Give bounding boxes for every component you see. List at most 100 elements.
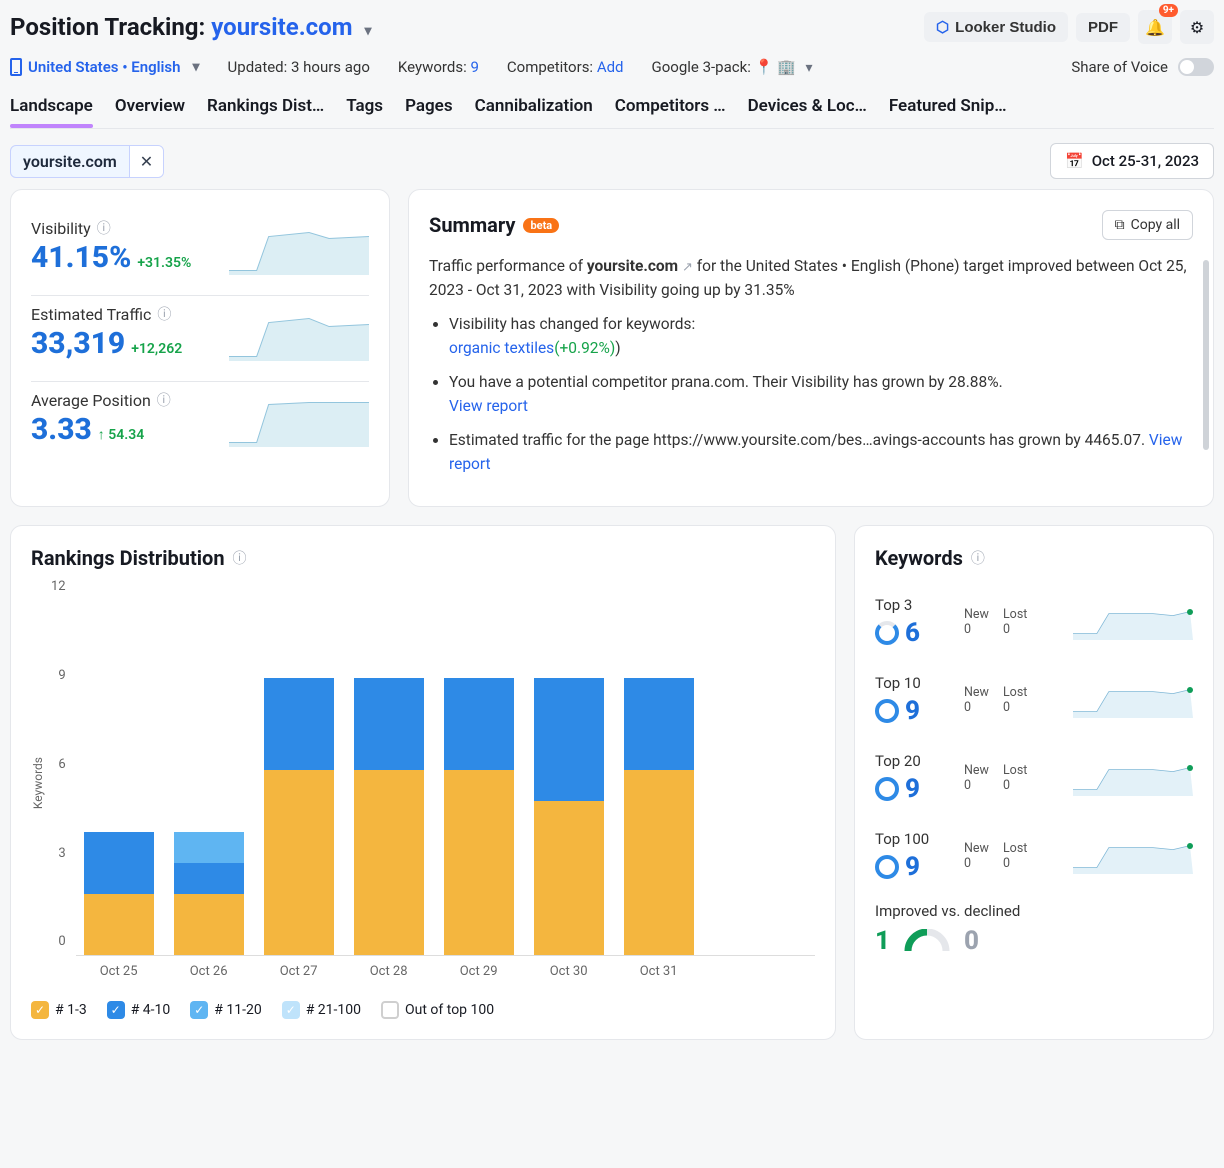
bar-col[interactable] bbox=[264, 678, 334, 956]
kw-count: 9 bbox=[905, 696, 920, 726]
bar-col[interactable] bbox=[84, 832, 154, 955]
checkbox-icon: ✓ bbox=[282, 1001, 300, 1019]
x-label: Oct 27 bbox=[264, 964, 334, 979]
date-range-button[interactable]: 📅 Oct 25-31, 2023 bbox=[1050, 143, 1214, 179]
competitors-add-link[interactable]: Add bbox=[597, 58, 624, 76]
kw-sparkline bbox=[1073, 604, 1193, 640]
bar-segment bbox=[534, 678, 604, 801]
settings-button[interactable]: ⚙ bbox=[1180, 10, 1214, 44]
tab-tags[interactable]: Tags bbox=[346, 88, 383, 128]
gpack-label: Google 3-pack: bbox=[652, 58, 751, 76]
external-link-icon[interactable]: ↗ bbox=[682, 260, 693, 275]
legend-item-21-100[interactable]: ✓# 21-100 bbox=[282, 1001, 361, 1019]
keywords-label: Keywords: bbox=[398, 58, 467, 76]
pdf-button[interactable]: PDF bbox=[1076, 13, 1130, 42]
tab-competitors[interactable]: Competitors … bbox=[615, 88, 726, 128]
improved-declined: Improved vs. declined 1 0 bbox=[875, 898, 1193, 956]
bar-col[interactable] bbox=[624, 678, 694, 956]
bar-segment bbox=[174, 832, 244, 863]
legend-label: Out of top 100 bbox=[405, 1002, 494, 1018]
legend-label: # 1-3 bbox=[55, 1002, 87, 1018]
bar-col[interactable] bbox=[174, 832, 244, 955]
kw-label: Top 100 bbox=[875, 830, 950, 848]
bar-col[interactable] bbox=[354, 678, 424, 956]
legend-item-out-100[interactable]: Out of top 100 bbox=[381, 1001, 494, 1019]
domain-chip: yoursite.com ✕ bbox=[10, 145, 164, 178]
new-lost: New0 Lost0 bbox=[964, 763, 1027, 793]
locale-selector[interactable]: United States • English ▾ bbox=[10, 58, 200, 76]
chevron-down-icon[interactable]: ▾ bbox=[364, 23, 371, 39]
page-title-prefix: Position Tracking: bbox=[10, 13, 205, 41]
copy-all-button[interactable]: ⧉ Copy all bbox=[1102, 210, 1193, 240]
new-lost: New0 Lost0 bbox=[964, 841, 1027, 871]
copy-label: Copy all bbox=[1131, 217, 1180, 233]
view-report-link[interactable]: View report bbox=[449, 397, 528, 415]
looker-studio-button[interactable]: ⬡ Looker Studio bbox=[924, 12, 1068, 42]
legend-label: # 4-10 bbox=[131, 1002, 171, 1018]
metrics-card: Visibility ⓘ 41.15%+31.35% Estimated Tra… bbox=[10, 189, 390, 507]
bar-segment bbox=[444, 770, 514, 955]
summary-card: Summary beta ⧉ Copy all Traffic performa… bbox=[408, 189, 1214, 507]
page-title-domain[interactable]: yoursite.com bbox=[211, 13, 352, 41]
notifications-button[interactable]: 🔔 9+ bbox=[1138, 10, 1172, 44]
bell-icon: 🔔 bbox=[1145, 18, 1165, 37]
bar-col[interactable] bbox=[534, 678, 604, 955]
tab-devices[interactable]: Devices & Loc… bbox=[748, 88, 867, 128]
chip-remove[interactable]: ✕ bbox=[129, 146, 163, 177]
info-icon[interactable]: ⓘ bbox=[157, 390, 171, 410]
ring-icon bbox=[875, 777, 899, 801]
kw-label: Top 10 bbox=[875, 674, 950, 692]
kw-count: 9 bbox=[905, 774, 920, 804]
summary-domain: yoursite.com bbox=[587, 257, 678, 275]
info-icon[interactable]: ⓘ bbox=[157, 304, 171, 324]
x-axis: Oct 25Oct 26Oct 27Oct 28Oct 29Oct 30Oct … bbox=[76, 956, 815, 979]
x-label: Oct 25 bbox=[84, 964, 154, 979]
bar-segment bbox=[174, 863, 244, 894]
google-3pack[interactable]: Google 3-pack: 📍 🏢 ▾ bbox=[652, 58, 813, 76]
chevron-down-icon: ▾ bbox=[193, 59, 200, 75]
ring-icon bbox=[875, 699, 899, 723]
sov-label: Share of Voice bbox=[1071, 58, 1168, 76]
bar-segment bbox=[624, 770, 694, 955]
avgpos-delta: ↑ 54.34 bbox=[98, 427, 144, 443]
tab-rankings-dist[interactable]: Rankings Dist… bbox=[207, 88, 324, 128]
info-icon[interactable]: ⓘ bbox=[97, 218, 111, 238]
x-label: Oct 29 bbox=[444, 964, 514, 979]
bar-segment bbox=[624, 678, 694, 771]
bar-col[interactable] bbox=[444, 678, 514, 956]
new-lost: New0 Lost0 bbox=[964, 685, 1027, 715]
keyword-link[interactable]: organic textiles bbox=[449, 339, 554, 357]
tab-landscape[interactable]: Landscape bbox=[10, 88, 93, 128]
checkbox-icon: ✓ bbox=[190, 1001, 208, 1019]
info-icon[interactable]: ⓘ bbox=[971, 548, 985, 568]
competitors-label: Competitors: bbox=[507, 58, 593, 76]
visibility-value: 41.15 bbox=[31, 240, 109, 275]
competitors-stat: Competitors: Add bbox=[507, 58, 624, 76]
scrollbar[interactable] bbox=[1203, 260, 1209, 450]
legend-item-1-3[interactable]: ✓# 1-3 bbox=[31, 1001, 87, 1019]
kw-sparkline bbox=[1073, 682, 1193, 718]
summary-bullet-3: Estimated traffic for the page https://w… bbox=[449, 431, 1149, 449]
legend-label: # 11-20 bbox=[214, 1002, 261, 1018]
tab-overview[interactable]: Overview bbox=[115, 88, 185, 128]
sov-toggle[interactable] bbox=[1178, 58, 1214, 76]
kw-sparkline bbox=[1073, 760, 1193, 796]
tab-pages[interactable]: Pages bbox=[405, 88, 453, 128]
kw-count: 9 bbox=[905, 852, 920, 882]
gauge-icon bbox=[904, 929, 950, 953]
tab-featured[interactable]: Featured Snip… bbox=[889, 88, 1007, 128]
chevron-down-icon: ▾ bbox=[805, 60, 812, 76]
bar-segment bbox=[174, 894, 244, 956]
locale-text: United States • English bbox=[28, 58, 181, 76]
summary-text: Traffic performance of bbox=[429, 257, 587, 275]
tab-cannibalization[interactable]: Cannibalization bbox=[475, 88, 593, 128]
legend-item-11-20[interactable]: ✓ # 11-20 bbox=[190, 1001, 261, 1019]
legend-item-4-10[interactable]: ✓# 4-10 bbox=[107, 1001, 171, 1019]
looker-label: Looker Studio bbox=[955, 19, 1056, 36]
x-label: Oct 31 bbox=[624, 964, 694, 979]
declined-count: 0 bbox=[964, 926, 979, 956]
info-icon[interactable]: ⓘ bbox=[233, 548, 247, 568]
keywords-count[interactable]: 9 bbox=[470, 58, 478, 76]
chart-legend: ✓# 1-3 ✓# 4-10 ✓# 11-20 ✓# 21-100 Out of… bbox=[31, 1001, 815, 1019]
visibility-pct: % bbox=[109, 240, 131, 275]
